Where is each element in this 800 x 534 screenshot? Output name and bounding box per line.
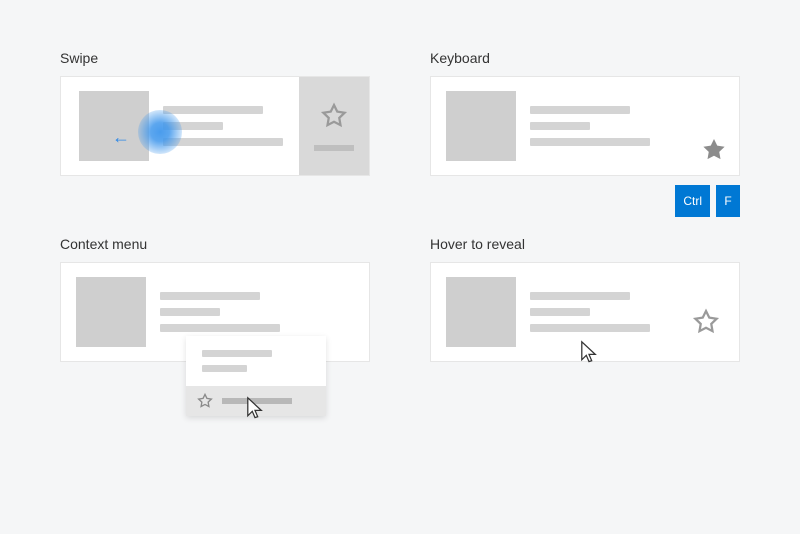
keyboard-keys: Ctrl F — [675, 185, 740, 217]
menu-item[interactable] — [202, 365, 247, 372]
menu-item-label — [222, 398, 292, 404]
thumbnail — [446, 277, 516, 347]
placeholder-line — [160, 292, 260, 300]
placeholder-line — [163, 122, 223, 130]
context-menu[interactable] — [186, 336, 326, 416]
hover-card[interactable] — [430, 262, 740, 362]
placeholder-line — [530, 138, 650, 146]
key-ctrl[interactable]: Ctrl — [675, 185, 710, 217]
placeholder-line — [163, 138, 283, 146]
placeholder-line — [160, 324, 280, 332]
placeholder-line — [160, 308, 220, 316]
menu-items — [186, 336, 326, 386]
placeholder-line — [530, 122, 590, 130]
section-swipe: Swipe ← — [60, 50, 370, 176]
placeholder-lines — [146, 292, 369, 332]
star-outline-icon — [196, 392, 214, 410]
section-title-hover: Hover to reveal — [430, 236, 740, 252]
placeholder-line — [530, 106, 630, 114]
placeholder-line — [530, 292, 630, 300]
star-filled-icon — [699, 135, 729, 165]
placeholder-line — [163, 106, 263, 114]
thumbnail — [79, 91, 149, 161]
keyboard-card[interactable] — [430, 76, 740, 176]
swipe-card[interactable] — [60, 76, 370, 176]
thumbnail — [76, 277, 146, 347]
thumbnail — [446, 91, 516, 161]
star-outline-icon — [319, 101, 349, 131]
arrow-left-icon: ← — [112, 128, 130, 146]
section-title-swipe: Swipe — [60, 50, 370, 66]
swipe-action-panel[interactable] — [299, 77, 369, 175]
star-outline-icon[interactable] — [691, 307, 721, 337]
menu-item-favorite[interactable] — [186, 386, 326, 416]
swipe-action-label — [314, 145, 354, 151]
placeholder-line — [530, 324, 650, 332]
placeholder-line — [530, 308, 590, 316]
section-title-keyboard: Keyboard — [430, 50, 740, 66]
section-context: Context menu — [60, 236, 370, 362]
section-hover: Hover to reveal — [430, 236, 740, 362]
section-keyboard: Keyboard Ctrl F — [430, 50, 740, 176]
menu-item[interactable] — [202, 350, 272, 357]
section-title-context: Context menu — [60, 236, 370, 252]
placeholder-lines — [149, 106, 299, 146]
key-f[interactable]: F — [716, 185, 740, 217]
